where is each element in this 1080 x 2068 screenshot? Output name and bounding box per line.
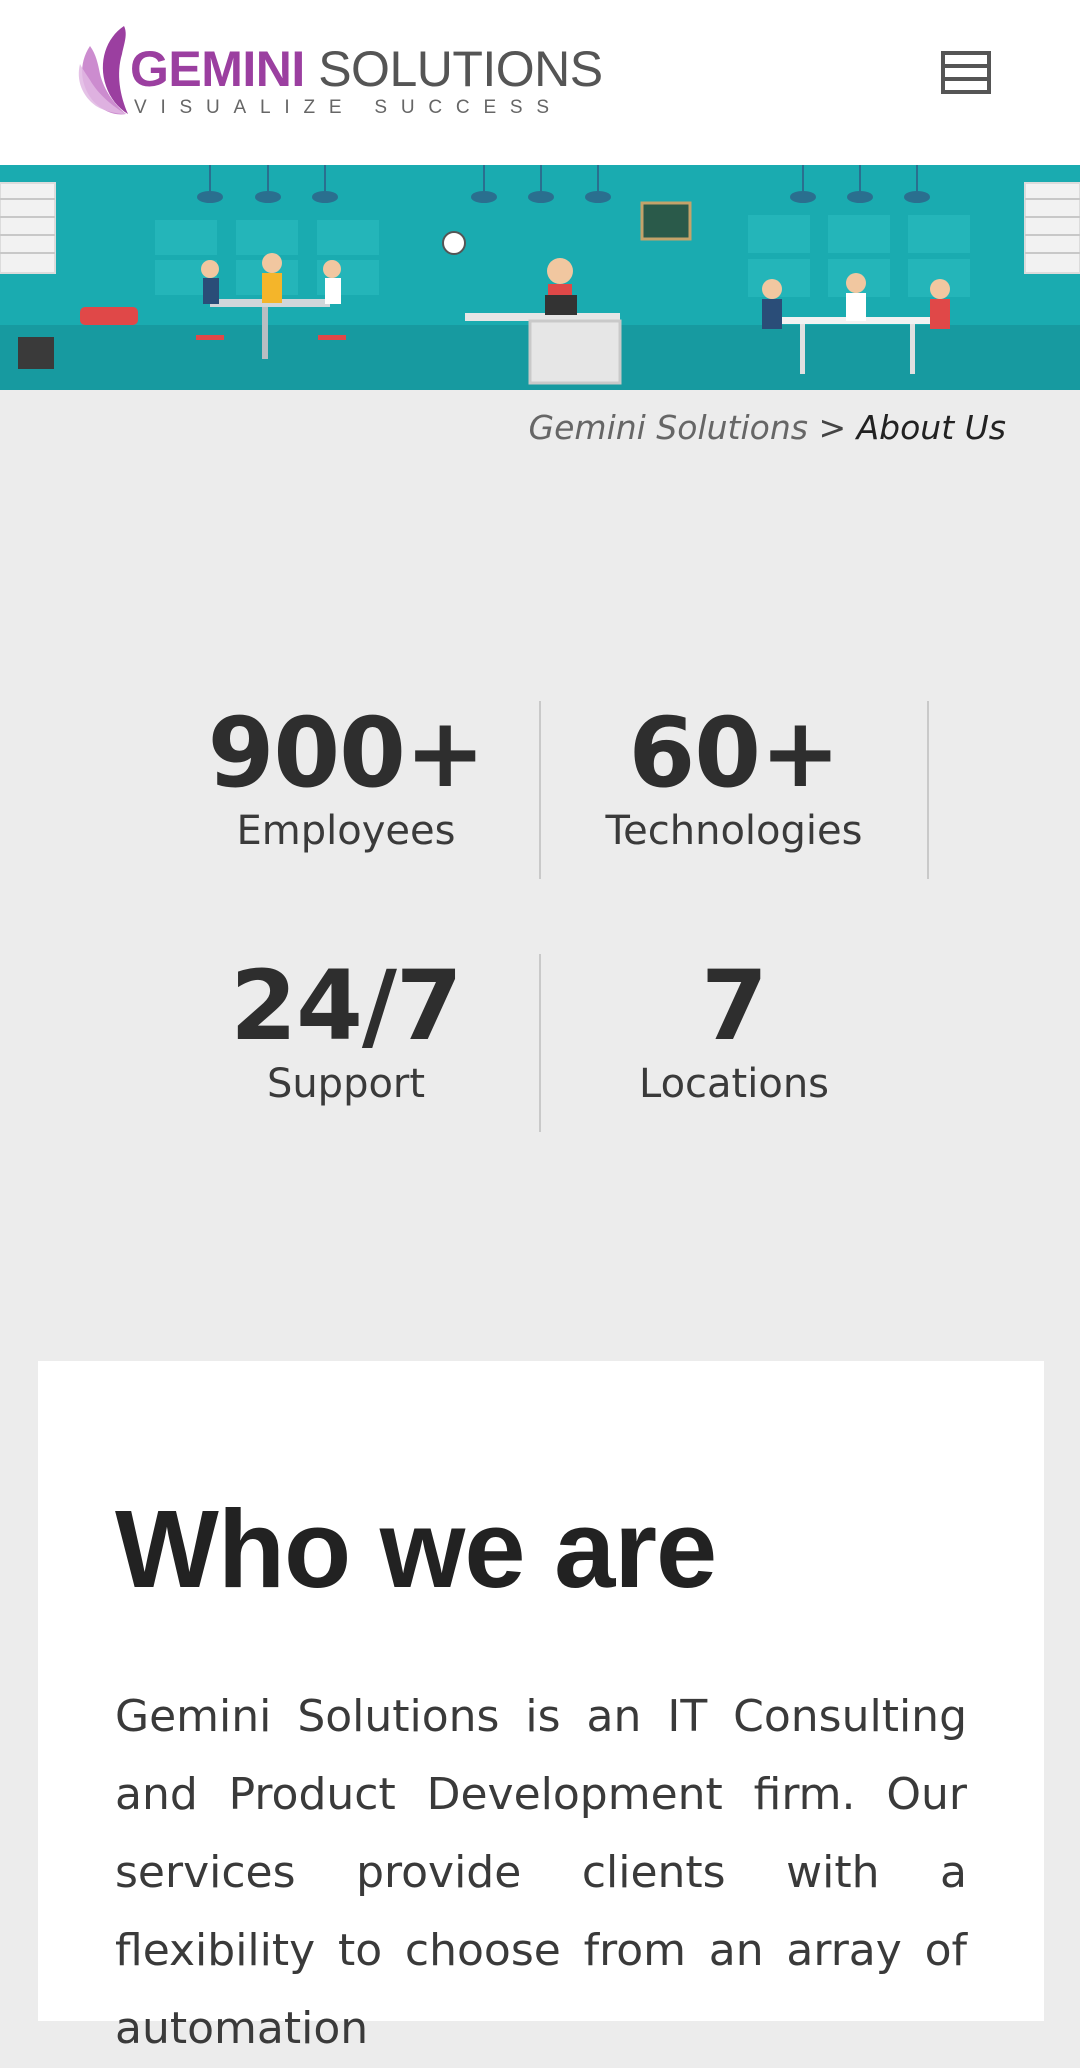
breadcrumb-home-link[interactable]: Gemini Solutions bbox=[529, 408, 808, 447]
stat-label: Employees bbox=[236, 808, 456, 854]
stat-locations: 7 Locations bbox=[539, 951, 929, 1109]
stat-label: Locations bbox=[638, 1061, 830, 1107]
logo-tagline: VISUALIZE SUCCESS bbox=[134, 97, 563, 118]
breadcrumb-current: About Us bbox=[856, 408, 1006, 447]
who-we-are-card: Who we are Gemini Solutions is an IT Con… bbox=[38, 1361, 1044, 2054]
stat-value: 900+ bbox=[207, 697, 486, 809]
breadcrumb-separator: > bbox=[818, 408, 847, 447]
hamburger-menu-icon[interactable] bbox=[940, 48, 996, 100]
logo-wordmark: GEMINI SOLUTIONS bbox=[130, 42, 603, 96]
stat-support: 24/7 Support bbox=[151, 951, 541, 1109]
butterfly-logo-icon bbox=[78, 26, 128, 115]
section-body-text: Gemini Solutions is an IT Consulting and… bbox=[115, 1691, 967, 2054]
breadcrumb: Gemini Solutions > About Us bbox=[529, 408, 1006, 447]
site-header: GEMINI SOLUTIONS VISUALIZE SUCCESS bbox=[0, 0, 1080, 165]
stat-value: 60+ bbox=[628, 697, 840, 809]
stat-label: Technologies bbox=[605, 808, 863, 854]
logo-word-gemini: GEMINI bbox=[130, 41, 305, 97]
stat-employees: 900+ Employees bbox=[151, 698, 541, 856]
stat-value: 24/7 bbox=[230, 950, 462, 1062]
stat-label: Support bbox=[266, 1061, 426, 1107]
stat-divider bbox=[927, 701, 929, 879]
logo-word-solutions: SOLUTIONS bbox=[318, 41, 603, 97]
section-title: Who we are bbox=[115, 1488, 717, 1611]
gemini-logo[interactable]: GEMINI SOLUTIONS VISUALIZE SUCCESS bbox=[76, 24, 603, 124]
stat-value: 7 bbox=[701, 950, 768, 1062]
office-teamwork-illustration bbox=[0, 165, 1080, 390]
stat-technologies: 60+ Technologies bbox=[539, 698, 929, 856]
